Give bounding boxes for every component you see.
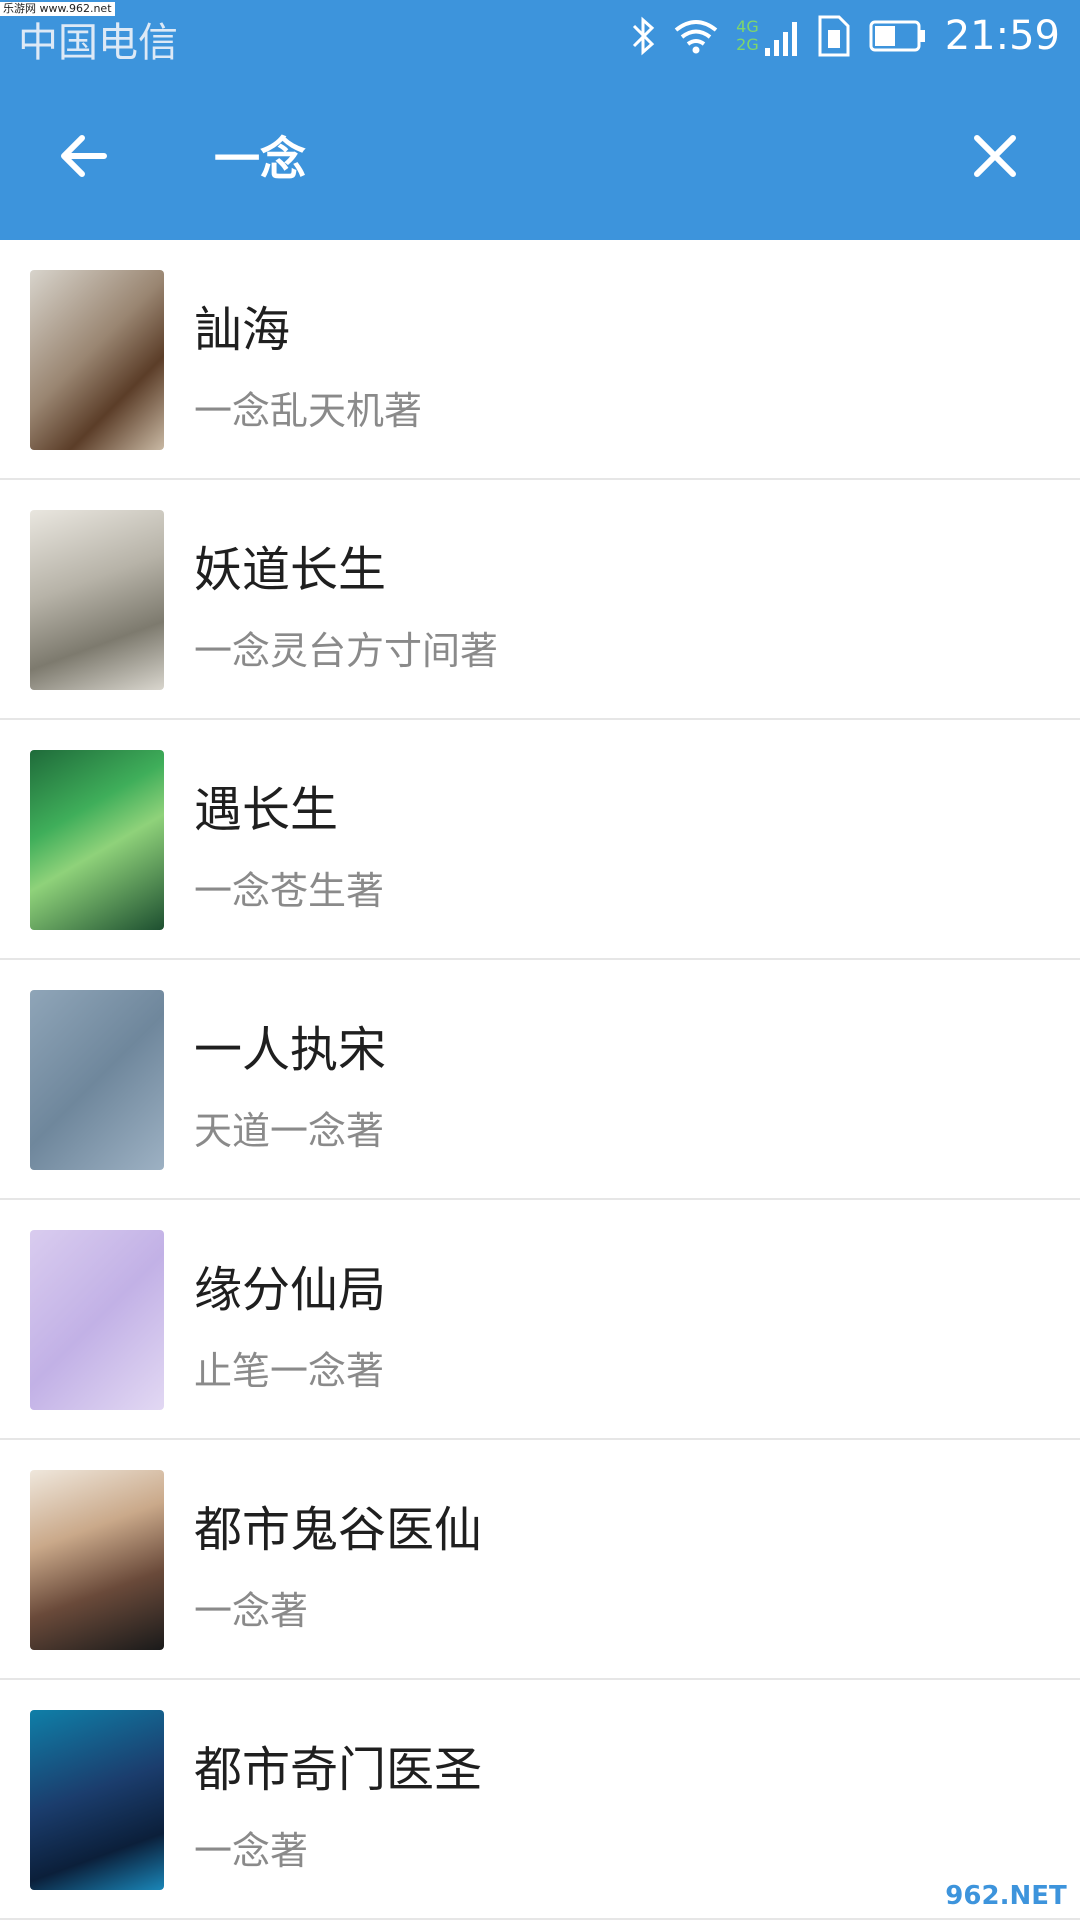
signal-icon [764, 16, 799, 56]
book-author: 一念著 [194, 1829, 309, 1873]
book-title: 妖道长生 [194, 542, 387, 598]
network-type-bottom: 2G [736, 35, 759, 54]
book-cover [30, 990, 164, 1170]
list-item[interactable]: 都市奇门医圣 一念著 [0, 1680, 1080, 1920]
battery-icon [869, 19, 927, 53]
network-type-top: 4G [736, 17, 759, 36]
list-item[interactable]: 缘分仙局 止笔一念著 [0, 1200, 1080, 1440]
search-input[interactable] [214, 122, 914, 190]
wifi-icon [674, 18, 718, 54]
clock: 21:59 [944, 13, 1060, 59]
back-button[interactable] [44, 122, 124, 190]
book-cover [30, 1470, 164, 1650]
network-type: 4G 2G [736, 18, 759, 54]
book-title: 遇长生 [194, 782, 339, 838]
arrow-left-icon [61, 135, 107, 177]
search-results-list: 訕海 一念乱天机著 妖道长生 一念灵台方寸间著 遇长生 一念苍生著 一人执宋 天… [0, 240, 1080, 1920]
book-author: 一念著 [194, 1589, 309, 1633]
book-cover [30, 750, 164, 930]
book-title: 都市奇门医圣 [194, 1742, 483, 1798]
book-author: 止笔一念著 [194, 1349, 385, 1393]
book-title: 訕海 [194, 302, 291, 358]
book-cover [30, 1710, 164, 1890]
book-author: 一念灵台方寸间著 [194, 629, 499, 673]
sim-card-icon [817, 14, 851, 58]
list-item[interactable]: 一人执宋 天道一念著 [0, 960, 1080, 1200]
watermark-logo: 962.NET [938, 1874, 1074, 1918]
status-bar: 乐游网 www.962.net 中国电信 4G 2G 21:59 [0, 0, 1080, 72]
book-cover [30, 270, 164, 450]
list-item[interactable]: 妖道长生 一念灵台方寸间著 [0, 480, 1080, 720]
list-item[interactable]: 遇长生 一念苍生著 [0, 720, 1080, 960]
book-cover [30, 1230, 164, 1410]
carrier-label: 中国电信 [18, 20, 178, 66]
book-author: 天道一念著 [194, 1109, 385, 1153]
search-app-bar [0, 72, 1080, 240]
book-cover [30, 510, 164, 690]
list-item[interactable]: 訕海 一念乱天机著 [0, 240, 1080, 480]
status-icons: 4G 2G 21:59 [630, 0, 1060, 72]
book-title: 缘分仙局 [194, 1262, 387, 1318]
book-title: 都市鬼谷医仙 [194, 1502, 483, 1558]
book-title: 一人执宋 [194, 1022, 387, 1078]
book-author: 一念乱天机著 [194, 389, 423, 433]
bluetooth-icon [630, 16, 656, 56]
clear-search-button[interactable] [955, 122, 1035, 190]
close-icon [974, 135, 1016, 177]
list-item[interactable]: 都市鬼谷医仙 一念著 [0, 1440, 1080, 1680]
book-author: 一念苍生著 [194, 869, 385, 913]
